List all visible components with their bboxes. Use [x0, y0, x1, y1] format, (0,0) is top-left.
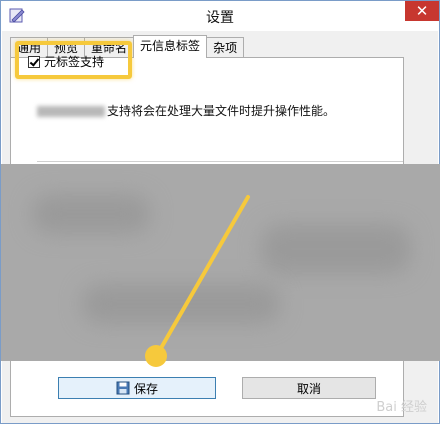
watermark: Bai 经验 — [376, 400, 427, 415]
tab-metadata-tags[interactable]: 元信息标签 — [133, 35, 208, 58]
metadata-description: 支持将会在处理大量文件时提升操作性能。 — [37, 102, 335, 119]
obscured-region — [1, 164, 440, 361]
blur-patch — [31, 194, 151, 234]
close-icon: ✕ — [415, 2, 429, 20]
cancel-button-label: 取消 — [296, 381, 321, 396]
close-button[interactable]: ✕ — [405, 1, 439, 21]
blurred-text — [37, 106, 105, 117]
floppy-disk-icon — [116, 381, 130, 395]
blur-patch — [81, 284, 281, 324]
metadata-support-checkbox[interactable] — [28, 55, 40, 68]
metadata-description-text: 支持将会在处理大量文件时提升操作性能。 — [107, 104, 336, 118]
save-button[interactable]: 保存 — [58, 377, 216, 399]
title-bar[interactable]: 设置 ✕ — [1, 1, 439, 31]
tab-misc[interactable]: 杂项 — [206, 37, 245, 57]
window-title: 设置 — [206, 10, 234, 26]
cancel-button[interactable]: 取消 — [242, 377, 376, 399]
blur-patch — [261, 224, 411, 274]
save-button-label: 保存 — [133, 381, 158, 396]
metadata-support-label: 元标签支持 — [44, 55, 105, 69]
settings-window: 设置 ✕ 通用 预览 重命名 元信息标签 杂项 元标签支持 支持将会在处理大量文… — [0, 0, 440, 424]
metadata-support-option[interactable]: 元标签支持 — [28, 53, 104, 70]
separator-line — [37, 161, 403, 162]
